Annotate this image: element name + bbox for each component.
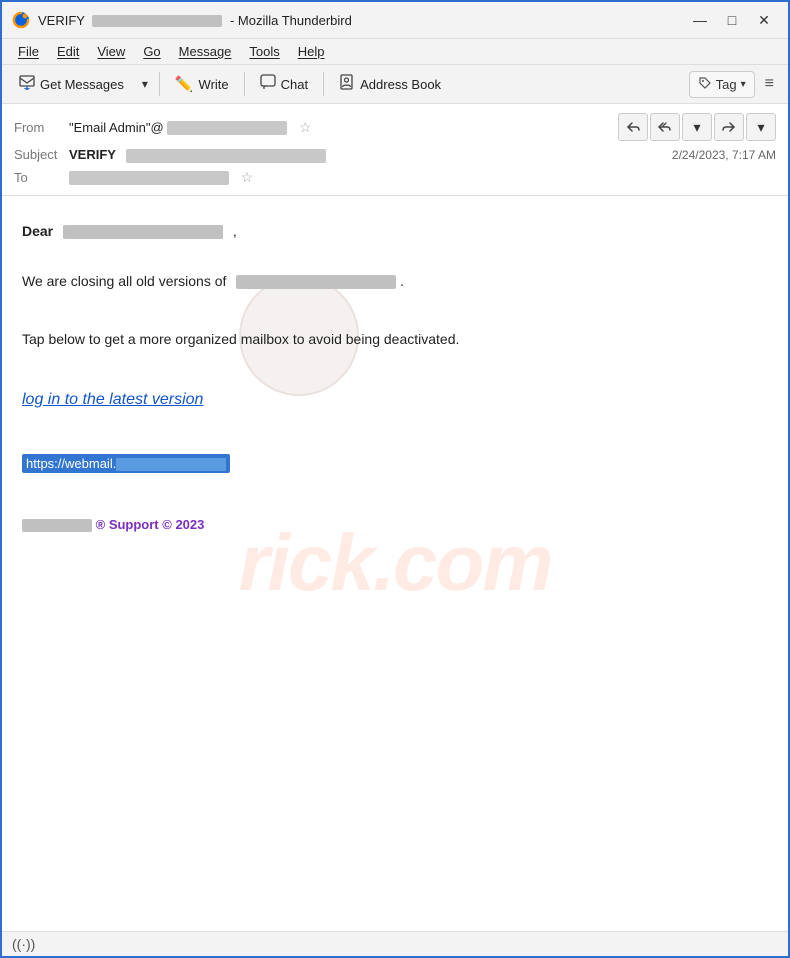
closing-line: We are closing all old versions of . [22, 270, 768, 292]
to-row: To ☆ [14, 166, 776, 189]
toolbar: Get Messages ▾ ✏️ Write Chat Address Boo… [2, 65, 788, 104]
subject-value: VERIFY [69, 147, 672, 163]
from-email-redacted [167, 121, 287, 135]
url-container: https://webmail. [22, 452, 768, 475]
email-body-content: Dear , We are closing all old versions o… [22, 220, 768, 536]
menu-help[interactable]: Help [290, 41, 333, 62]
menu-message[interactable]: Message [171, 41, 240, 62]
chat-button[interactable]: Chat [251, 69, 317, 99]
get-messages-label: Get Messages [40, 77, 124, 92]
hamburger-menu-button[interactable]: ≡ [759, 71, 780, 97]
dear-email-redacted [63, 225, 223, 239]
address-book-label: Address Book [360, 77, 441, 92]
subject-redacted [126, 149, 326, 163]
title-bar-left: VERIFY - Mozilla Thunderbird [12, 11, 352, 29]
to-star-icon[interactable]: ☆ [241, 169, 254, 185]
write-button[interactable]: ✏️ Write [166, 70, 238, 98]
subject-label: Subject [14, 147, 69, 162]
chat-icon [260, 74, 276, 94]
forward-button[interactable] [714, 113, 744, 141]
write-label: Write [199, 77, 229, 92]
closing-redacted [236, 275, 396, 289]
tag-button[interactable]: Tag ▾ [689, 71, 755, 98]
window-title: VERIFY - Mozilla Thunderbird [38, 13, 352, 28]
get-messages-icon [19, 74, 35, 94]
maximize-button[interactable]: □ [718, 8, 746, 32]
from-label: From [14, 120, 69, 135]
window-controls: — □ ✕ [686, 8, 778, 32]
get-messages-button[interactable]: Get Messages [10, 69, 133, 99]
email-date: 2/24/2023, 7:17 AM [672, 148, 776, 162]
email-body: rick.com Dear , We are closing all old v… [2, 196, 788, 931]
subject-row: Subject VERIFY 2/24/2023, 7:17 AM [14, 144, 776, 166]
email-header: From "Email Admin"@ ☆ ▾ ▾ [2, 104, 788, 196]
close-button[interactable]: ✕ [750, 8, 778, 32]
tag-label: Tag [716, 77, 737, 92]
status-bar: ((·)) [2, 931, 788, 956]
dear-line: Dear , [22, 220, 768, 242]
support-line: ® Support © 2023 [22, 515, 768, 536]
from-value: "Email Admin"@ ☆ [69, 119, 618, 136]
action-buttons: ▾ ▾ [618, 113, 776, 141]
to-label: To [14, 170, 69, 185]
from-row: From "Email Admin"@ ☆ ▾ ▾ [14, 110, 776, 144]
toolbar-sep-2 [244, 72, 245, 96]
menu-go[interactable]: Go [135, 41, 168, 62]
write-icon: ✏️ [175, 75, 194, 93]
thunderbird-icon [12, 11, 30, 29]
connection-status-icon: ((·)) [12, 936, 35, 952]
menu-view[interactable]: View [89, 41, 133, 62]
reply-all-dropdown[interactable]: ▾ [682, 113, 712, 141]
login-link[interactable]: log in to the latest version [22, 387, 768, 413]
reply-button[interactable] [618, 113, 648, 141]
address-book-button[interactable]: Address Book [330, 69, 450, 99]
from-star-icon[interactable]: ☆ [299, 119, 312, 135]
menu-bar: File Edit View Go Message Tools Help [2, 39, 788, 65]
menu-tools[interactable]: Tools [241, 41, 287, 62]
chat-label: Chat [281, 77, 308, 92]
title-bar: VERIFY - Mozilla Thunderbird — □ ✕ [2, 2, 788, 39]
toolbar-sep-3 [323, 72, 324, 96]
toolbar-sep-1 [159, 72, 160, 96]
more-actions-dropdown[interactable]: ▾ [746, 113, 776, 141]
tap-line: Tap below to get a more organized mailbo… [22, 328, 768, 350]
minimize-button[interactable]: — [686, 8, 714, 32]
url-redacted [116, 458, 226, 471]
menu-file[interactable]: File [10, 41, 47, 62]
tag-dropdown-icon: ▾ [741, 79, 746, 90]
tag-icon [698, 76, 712, 93]
to-redacted [69, 171, 229, 185]
support-brand-redacted [22, 519, 92, 532]
url-highlight[interactable]: https://webmail. [22, 454, 230, 473]
to-value: ☆ [69, 169, 776, 186]
menu-edit[interactable]: Edit [49, 41, 87, 62]
support-text: ® Support © 2023 [96, 517, 205, 532]
get-messages-dropdown[interactable]: ▾ [137, 72, 153, 96]
reply-all-button[interactable] [650, 113, 680, 141]
address-book-icon [339, 74, 355, 94]
main-window: VERIFY - Mozilla Thunderbird — □ ✕ File … [0, 0, 790, 958]
